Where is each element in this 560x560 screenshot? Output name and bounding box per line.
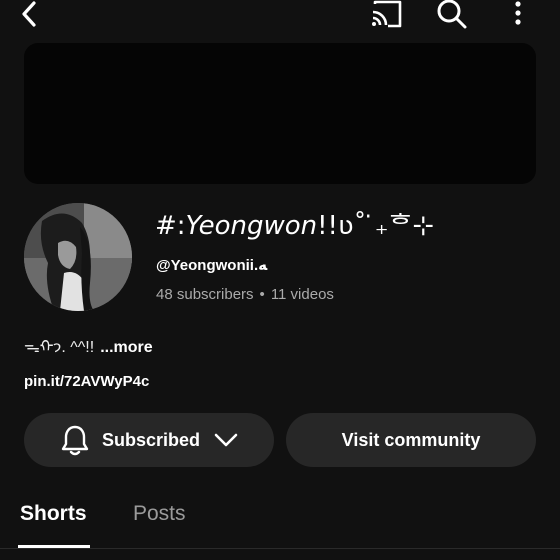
stats-separator: • [259,286,265,303]
tab-shorts[interactable]: Shorts [20,502,87,526]
subscriber-count: 48 subscribers [156,286,254,303]
more-options-button[interactable] [496,0,540,36]
cast-button[interactable] [364,0,408,36]
tab-posts[interactable]: Posts [133,502,186,526]
channel-name-prefix: #: [155,211,186,241]
tabs-divider [0,548,560,549]
visit-community-button[interactable]: Visit community [286,413,536,467]
channel-screen: #:Yeongwon!!ʋ˚ ̇₊ᄒ⊹ @Yeongwonii.ﻪ 48 sub… [0,0,560,560]
channel-name: #:Yeongwon!!ʋ˚ ̇₊ᄒ⊹ [155,208,434,244]
back-arrow-icon [22,1,36,27]
channel-tabs: Shorts Posts [0,490,560,560]
channel-avatar[interactable] [24,203,132,311]
cast-icon [372,0,402,28]
channel-handle: @Yeongwonii.ﻪ [156,257,268,274]
channel-description[interactable]: ᯓᡣ𐭩. ^^!! ...more [24,329,153,358]
visit-community-label: Visit community [341,429,481,450]
subscribed-button[interactable]: Subscribed [24,413,274,467]
channel-stats: 48 subscribers • 11 videos [156,286,334,303]
more-vertical-icon [515,1,521,25]
channel-name-suffix: !!ʋ˚ ̇₊ᄒ⊹ [317,211,435,241]
channel-link[interactable]: pin.it/72AVWyP4c [24,373,149,390]
bell-icon [60,424,90,456]
search-icon [437,0,467,29]
top-app-bar [0,0,560,36]
video-count: 11 videos [270,286,334,303]
description-text: ᯓᡣ𐭩. ^^!! [24,339,95,356]
subscribed-label: Subscribed [101,429,201,450]
channel-banner [24,43,536,184]
chevron-down-icon [214,433,238,447]
back-button[interactable] [8,0,52,36]
more-link[interactable]: ...more [100,339,152,356]
search-button[interactable] [430,0,474,36]
channel-name-main: Yeongwon [185,211,318,241]
avatar-photo [24,203,132,311]
